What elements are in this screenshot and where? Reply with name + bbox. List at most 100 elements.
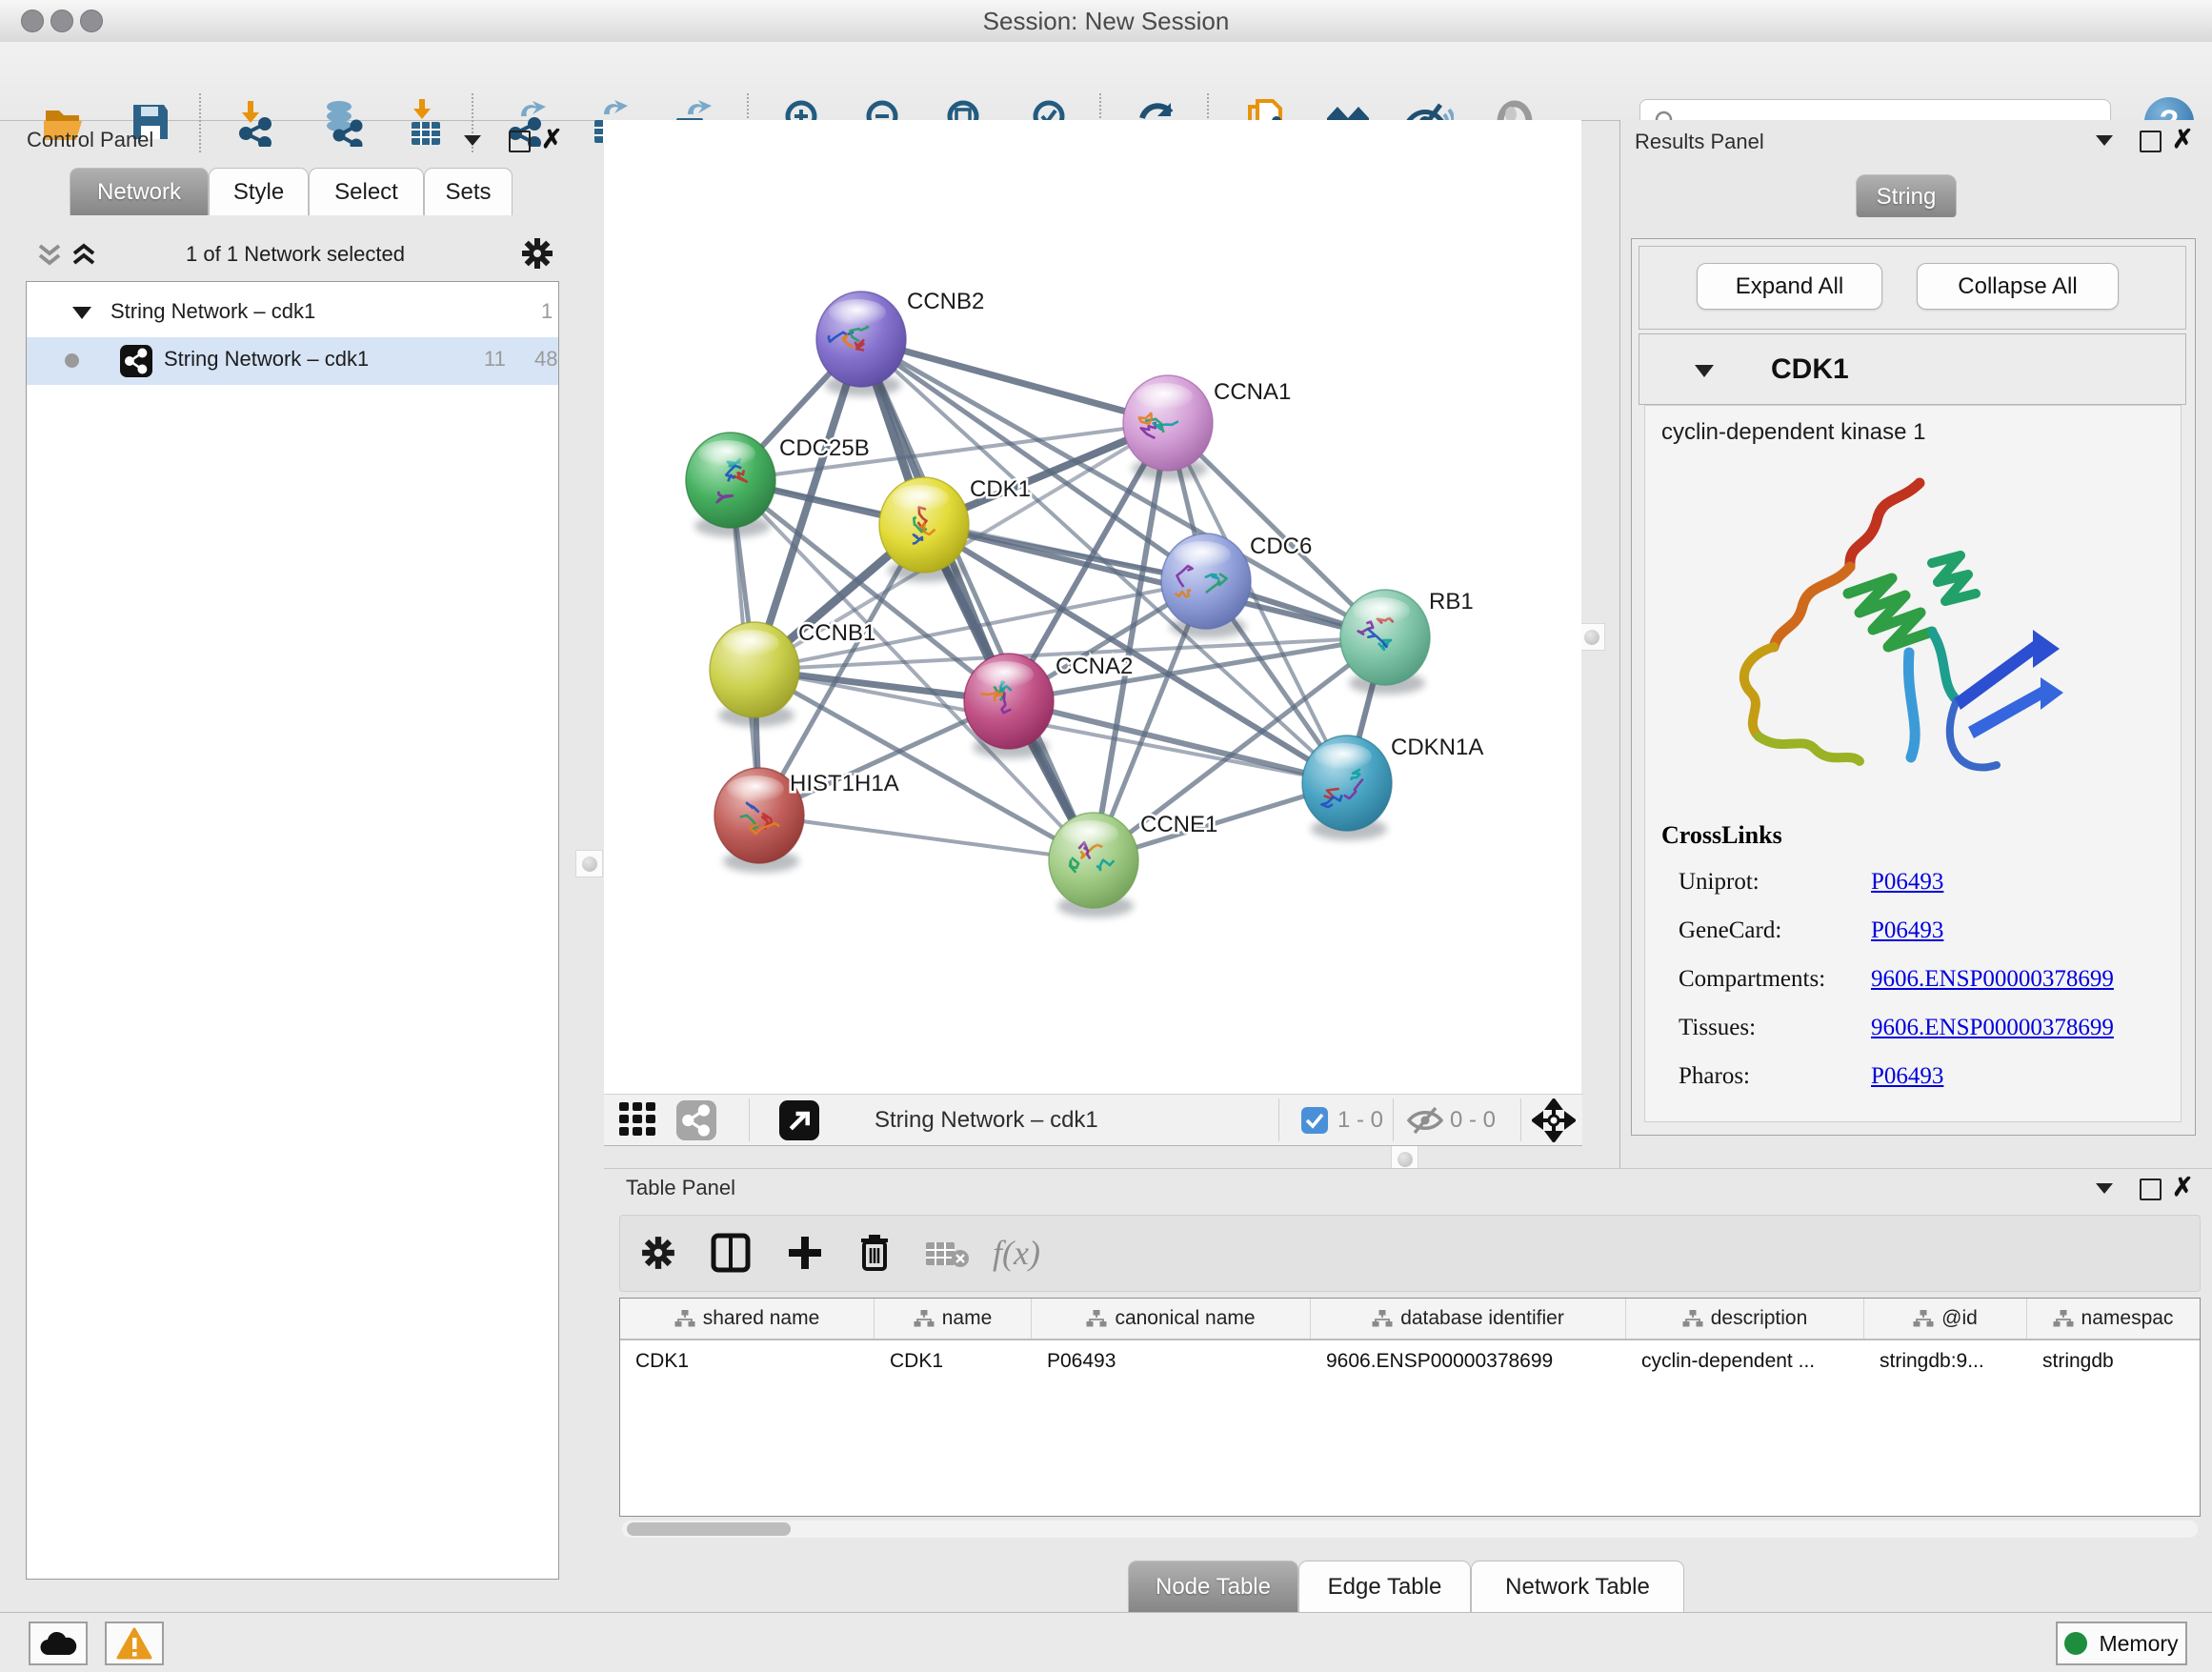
panel-float-icon[interactable] <box>509 131 531 152</box>
crosslink-label: Pharos: <box>1679 1063 1750 1090</box>
network-view-title: String Network – cdk1 <box>875 1095 1098 1145</box>
network-share-icon[interactable] <box>676 1100 716 1140</box>
table-hscrollbar[interactable] <box>622 1521 2198 1538</box>
warning-icon <box>116 1627 152 1660</box>
memory-label: Memory <box>2099 1631 2178 1657</box>
graph-node-CCNB2[interactable] <box>816 292 906 396</box>
node-label-CCNB2: CCNB2 <box>907 289 984 314</box>
tab-select[interactable]: Select <box>309 168 424 215</box>
crosslink-compartments-link[interactable]: 9606.ENSP00000378699 <box>1871 966 2114 993</box>
node-label-HIST1H1A: HIST1H1A <box>790 771 899 796</box>
tab-node-table[interactable]: Node Table <box>1128 1561 1298 1612</box>
crosslink-label: GeneCard: <box>1679 917 1781 944</box>
gene-name: CDK1 <box>1771 353 1849 386</box>
tab-network[interactable]: Network <box>70 168 209 215</box>
fit-content-crosshair-icon[interactable] <box>1532 1098 1576 1142</box>
memory-button[interactable]: Memory <box>2056 1622 2187 1665</box>
tab-string[interactable]: String <box>1856 174 1957 217</box>
node-count: 11 <box>484 347 506 372</box>
network-view-toolbar: String Network – cdk1 1 - 0 0 - 0 <box>604 1094 1582 1146</box>
column-type-icon <box>1086 1309 1107 1328</box>
hidden-eye-slash-icon[interactable] <box>1406 1106 1444 1135</box>
hidden-count: 0 - 0 <box>1450 1095 1496 1145</box>
panel-close-icon[interactable]: ✗ <box>541 130 563 149</box>
birds-eye-view-icon[interactable] <box>619 1102 659 1138</box>
column-header[interactable]: description <box>1626 1299 1864 1339</box>
panel-float-icon[interactable] <box>2140 1178 2162 1200</box>
network-collection-row[interactable]: String Network – cdk1 1 <box>27 290 558 337</box>
crosslink-genecard-link[interactable]: P06493 <box>1871 917 1943 944</box>
network-row[interactable]: String Network – cdk1 11 48 <box>27 337 558 385</box>
network-canvas[interactable]: CCNB2CCNA1CDC25BCDK1CDC6RB1CCNB1CCNA2CDK… <box>604 120 1581 1094</box>
collapse-all-button[interactable]: Collapse All <box>1917 263 2119 310</box>
panel-float-icon[interactable] <box>2140 131 2162 152</box>
graph-node-CCNB1[interactable] <box>710 622 799 727</box>
graph-node-CDK1[interactable] <box>879 477 969 582</box>
node-label-CCNA2: CCNA2 <box>1056 654 1133 679</box>
selected-checkbox-icon[interactable] <box>1301 1107 1328 1134</box>
string-network-graph[interactable]: CCNB2CCNA1CDC25BCDK1CDC6RB1CCNB1CCNA2CDK… <box>604 120 1581 1094</box>
table-gear-icon[interactable] <box>640 1235 676 1271</box>
crosslink-pharos-link[interactable]: P06493 <box>1871 1063 1943 1090</box>
collection-count: 1 <box>541 299 553 324</box>
cloud-button[interactable] <box>29 1622 88 1665</box>
table-hscrollbar-thumb[interactable] <box>627 1522 791 1536</box>
expand-all-button[interactable]: Expand All <box>1697 263 1882 310</box>
graph-node-CCNA1[interactable] <box>1123 375 1213 480</box>
main-toolbar: ? <box>0 42 2212 121</box>
expand-all-icon[interactable] <box>69 240 99 271</box>
column-type-icon <box>674 1309 695 1328</box>
graph-node-CDKN1A[interactable] <box>1302 735 1392 840</box>
column-header[interactable]: namespac <box>2027 1299 2199 1339</box>
open-in-window-icon[interactable] <box>779 1100 819 1140</box>
column-type-icon <box>914 1309 935 1328</box>
delete-table-icon[interactable] <box>926 1240 970 1269</box>
panel-close-icon[interactable]: ✗ <box>2172 1178 2194 1197</box>
section-expander-icon[interactable] <box>1695 365 1714 377</box>
control-panel: Control Panel ✗ Network Style Select Set… <box>10 120 564 1580</box>
tab-edge-table[interactable]: Edge Table <box>1298 1561 1471 1612</box>
column-header[interactable]: name <box>875 1299 1032 1339</box>
column-header[interactable]: shared name <box>620 1299 875 1339</box>
graph-node-CCNA2[interactable] <box>964 654 1054 758</box>
panel-close-icon[interactable]: ✗ <box>2172 130 2194 149</box>
function-builder-icon[interactable]: f(x) <box>993 1233 1040 1273</box>
gene-section-header[interactable]: CDK1 <box>1639 333 2186 405</box>
node-label-CCNB1: CCNB1 <box>798 620 875 646</box>
node-label-CDK1: CDK1 <box>970 476 1031 502</box>
memory-status-icon <box>2064 1632 2087 1655</box>
tab-sets[interactable]: Sets <box>424 168 513 215</box>
warnings-button[interactable] <box>105 1622 164 1665</box>
node-label-CCNA1: CCNA1 <box>1214 379 1291 405</box>
tab-style[interactable]: Style <box>209 168 309 215</box>
panel-menu-icon[interactable] <box>464 135 481 146</box>
column-header[interactable]: database identifier <box>1311 1299 1626 1339</box>
left-splitter-grip[interactable] <box>575 850 603 877</box>
node-label-CDC6: CDC6 <box>1250 534 1312 559</box>
graph-node-CDC6[interactable] <box>1161 534 1251 638</box>
crosslink-label: Compartments: <box>1679 966 1825 993</box>
select-columns-icon[interactable] <box>711 1233 751 1273</box>
graph-node-CDC25B[interactable] <box>686 433 775 537</box>
delete-column-trash-icon[interactable] <box>855 1231 894 1273</box>
tree-expander-icon[interactable] <box>72 307 91 319</box>
table-row[interactable]: CDK1 CDK1 P06493 9606.ENSP00000378699 cy… <box>620 1340 2200 1382</box>
graph-node-RB1[interactable] <box>1340 590 1430 695</box>
cloud-icon <box>39 1630 77 1657</box>
tab-network-table[interactable]: Network Table <box>1471 1561 1684 1612</box>
graph-node-CCNE1[interactable] <box>1049 813 1138 917</box>
panel-menu-icon[interactable] <box>2096 135 2113 146</box>
column-header[interactable]: canonical name <box>1032 1299 1311 1339</box>
collapse-all-icon[interactable] <box>34 240 65 271</box>
node-table[interactable]: shared name name canonical name database… <box>619 1298 2201 1517</box>
column-header[interactable]: @id <box>1864 1299 2027 1339</box>
add-column-icon[interactable] <box>785 1233 825 1273</box>
crosslink-tissues-link[interactable]: 9606.ENSP00000378699 <box>1871 1015 2114 1041</box>
gear-icon[interactable] <box>520 236 554 271</box>
table-header-row: shared name name canonical name database… <box>620 1299 2200 1340</box>
panel-menu-icon[interactable] <box>2096 1183 2113 1194</box>
footer-separator <box>749 1098 750 1141</box>
crosslink-uniprot-link[interactable]: P06493 <box>1871 869 1943 896</box>
gene-description: cyclin-dependent kinase 1 <box>1661 419 1926 446</box>
right-splitter-grip[interactable] <box>1578 623 1605 651</box>
